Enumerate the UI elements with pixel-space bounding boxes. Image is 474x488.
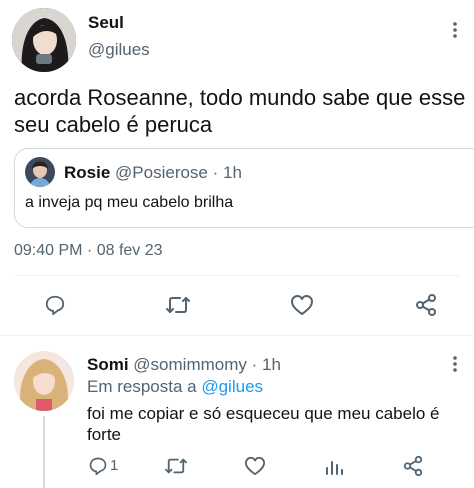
heart-icon[interactable] bbox=[290, 294, 314, 316]
more-vertical-icon[interactable] bbox=[449, 354, 461, 374]
in-reply-to: Em resposta a @gilues bbox=[87, 377, 263, 397]
retweet-icon[interactable] bbox=[165, 294, 191, 316]
in-reply-handle-link[interactable]: @gilues bbox=[201, 377, 263, 396]
handle[interactable]: @gilues bbox=[88, 40, 150, 60]
avatar-somi[interactable] bbox=[14, 351, 74, 411]
reply-header: Somi @somimmomy · 1h bbox=[87, 355, 281, 375]
reply-text-line-1: foi me copiar e só esqueceu que meu cabe… bbox=[87, 404, 440, 423]
more-vertical-icon[interactable] bbox=[449, 20, 461, 40]
tweet-text-line-1: acorda Roseanne, todo mundo sabe que ess… bbox=[14, 85, 466, 110]
retweet-icon[interactable] bbox=[164, 456, 188, 476]
analytics-icon[interactable] bbox=[324, 456, 344, 476]
quoted-time: 1h bbox=[223, 163, 242, 182]
avatar-rosie bbox=[25, 157, 55, 187]
quoted-separator: · bbox=[212, 163, 219, 182]
share-icon[interactable] bbox=[414, 293, 438, 317]
reply-text: foi me copiar e só esqueceu que meu cabe… bbox=[87, 403, 440, 445]
display-name[interactable]: Seul bbox=[88, 13, 124, 33]
avatar-seul[interactable] bbox=[12, 8, 76, 72]
reply-count: 1 bbox=[110, 457, 119, 474]
reply-icon[interactable] bbox=[44, 294, 66, 316]
reply-display-name[interactable]: Somi bbox=[87, 355, 129, 374]
reply-icon[interactable] bbox=[88, 456, 108, 476]
reply-separator: · bbox=[251, 355, 258, 374]
tweet-text-line-2: seu cabelo é peruca bbox=[14, 112, 213, 137]
tweet-timestamp[interactable]: 09:40 PM · 08 fev 23 bbox=[14, 242, 163, 260]
in-reply-prefix: Em resposta a bbox=[87, 377, 197, 396]
reply-thread-line bbox=[43, 416, 45, 488]
divider bbox=[14, 275, 460, 276]
quoted-tweet-header: Rosie @Posierose · 1h bbox=[64, 163, 242, 183]
share-icon[interactable] bbox=[402, 455, 424, 477]
reply-handle[interactable]: @somimmomy bbox=[133, 355, 247, 374]
heart-icon[interactable] bbox=[244, 456, 266, 476]
reply-text-line-2: forte bbox=[87, 425, 122, 444]
quoted-handle: @Posierose bbox=[115, 163, 208, 182]
quoted-tweet-text: a inveja pq meu cabelo brilha bbox=[25, 194, 234, 211]
tweet-text: acorda Roseanne, todo mundo sabe que ess… bbox=[14, 84, 465, 138]
quoted-tweet-card[interactable] bbox=[14, 148, 474, 228]
divider bbox=[0, 335, 474, 336]
reply-time[interactable]: 1h bbox=[262, 355, 281, 374]
quoted-display-name: Rosie bbox=[64, 163, 111, 182]
